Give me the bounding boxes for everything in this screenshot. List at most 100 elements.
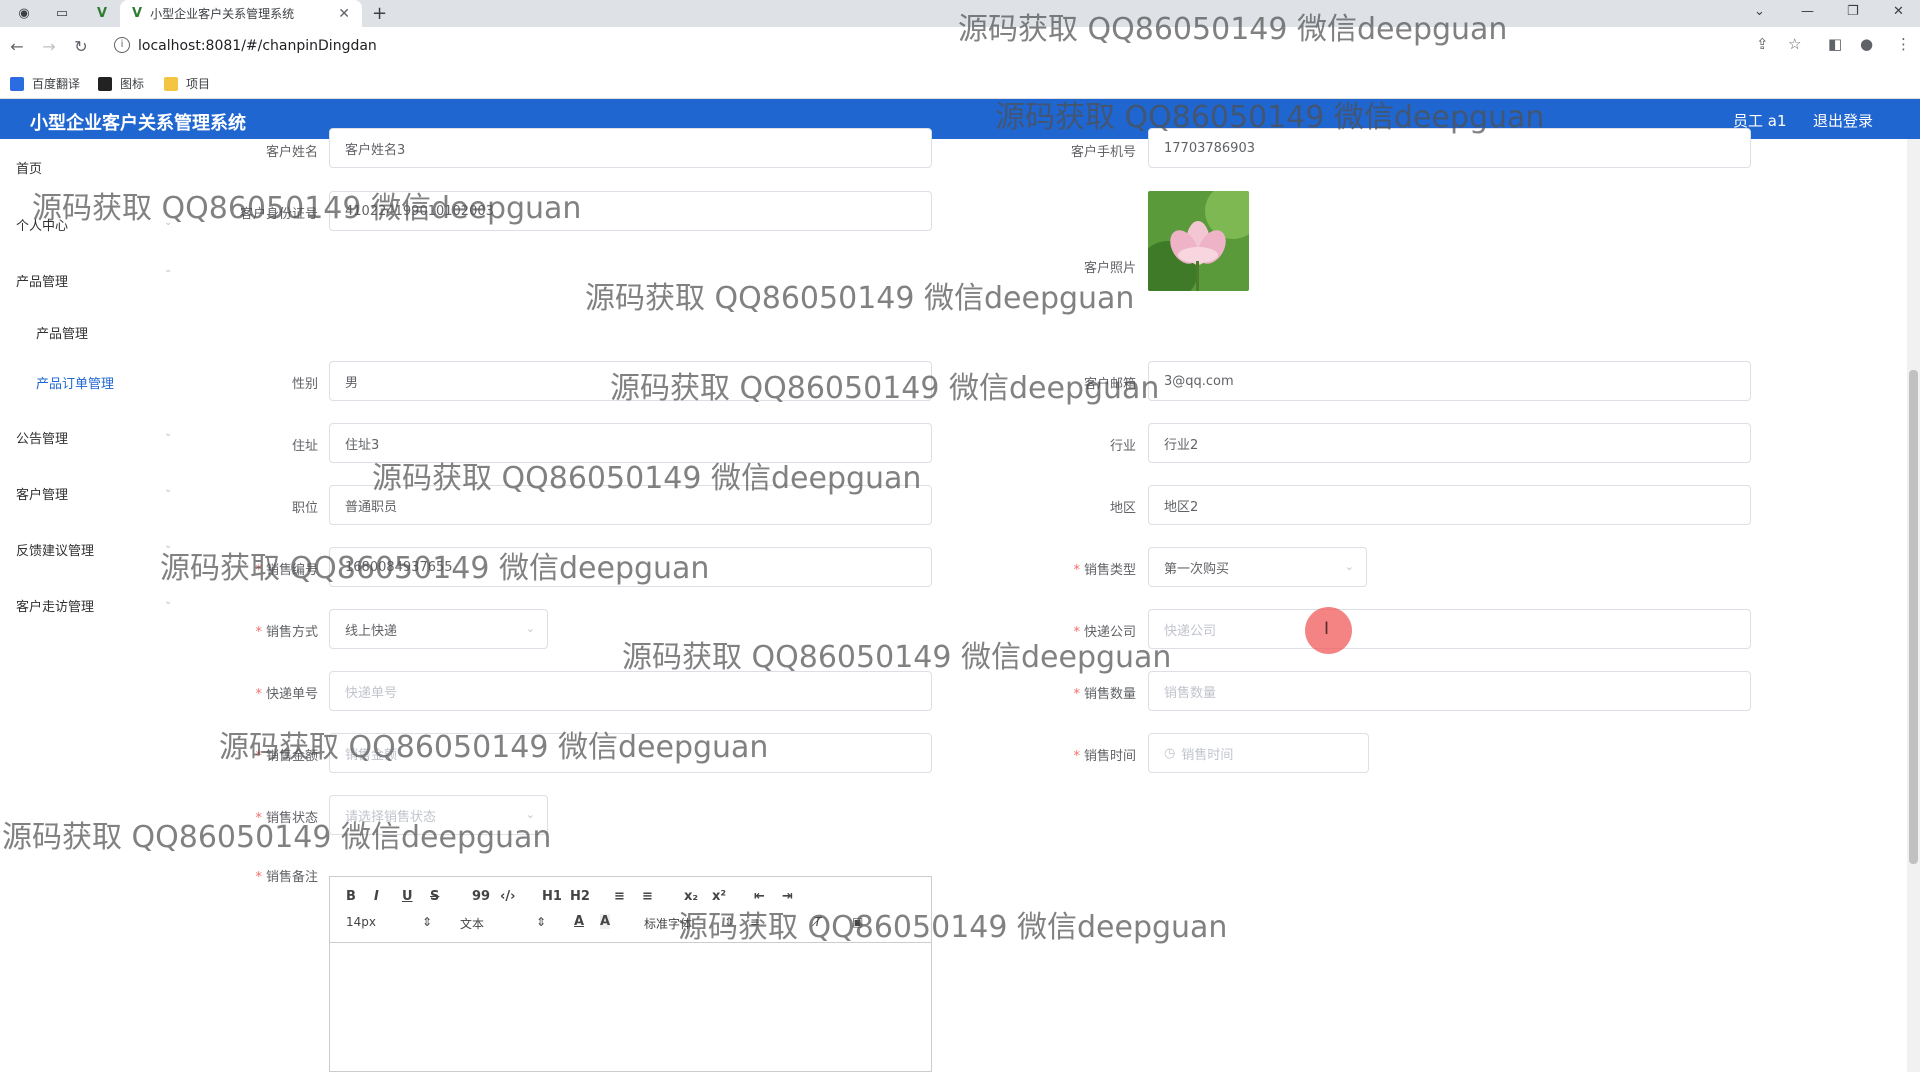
image-insert-icon[interactable]: ▣ — [852, 915, 863, 929]
side-panel-icon[interactable]: ◧ — [1828, 35, 1842, 53]
background-color-button[interactable]: A — [600, 914, 611, 929]
editor-content[interactable] — [330, 943, 931, 1071]
page-scrollbar-thumb[interactable] — [1909, 370, 1918, 864]
sidebar-item-profile[interactable]: 个人中心 — [16, 215, 68, 234]
h1-button[interactable]: H1 — [542, 889, 562, 904]
text-cursor-icon: I — [1324, 619, 1330, 639]
customer-phone-input[interactable]: 17703786903 — [1148, 128, 1751, 168]
font-color-button[interactable]: A — [574, 914, 584, 929]
bookmark-icons[interactable]: 图标 — [98, 75, 144, 92]
industry-label: 行业 — [1109, 439, 1136, 454]
chevron-down-icon: ⌄ — [164, 217, 173, 228]
tracking-no-input[interactable]: 快递单号 — [329, 671, 932, 711]
restore-icon[interactable]: ❐ — [1847, 0, 1859, 22]
h2-button[interactable]: H2 — [570, 889, 590, 904]
bookmark-project[interactable]: 项目 — [164, 75, 210, 92]
rich-text-editor[interactable]: B I U S 99 ‹/› H1 H2 ≡ ≡ x₂ x² ⇤ ⇥ 14px … — [329, 876, 932, 1072]
site-info-icon[interactable]: i — [114, 37, 130, 53]
share-icon[interactable]: ⇪ — [1756, 35, 1769, 53]
chevron-updown-icon: ⇕ — [536, 915, 547, 929]
code-block-button[interactable]: ‹/› — [500, 889, 515, 904]
italic-button[interactable]: I — [374, 889, 379, 904]
sale-no-input[interactable]: 1680084937655 — [329, 547, 932, 587]
blank-tab-icon[interactable]: ▭ — [44, 0, 80, 27]
sale-qty-label: * 销售数量 — [1036, 683, 1136, 702]
required-mark: * — [255, 625, 262, 640]
bold-button[interactable]: B — [346, 889, 356, 904]
position-input[interactable]: 普通职员 — [329, 485, 932, 525]
superscript-button[interactable]: x² — [712, 889, 726, 904]
chevron-down-icon: ⌄ — [525, 808, 535, 821]
customer-id-input[interactable]: 410224199010102003 — [329, 191, 932, 231]
sale-no-label: * 销售编号 — [218, 559, 318, 578]
customer-photo-label: 客户照片 — [1083, 261, 1136, 276]
outdent-button[interactable]: ⇤ — [754, 889, 765, 904]
sale-note-label: * 销售备注 — [218, 866, 318, 885]
font-family-select[interactable]: 标准字体 — [644, 915, 692, 932]
position-label: 职位 — [291, 501, 318, 516]
bookmark-baidu-translate[interactable]: 百度翻译 — [10, 75, 80, 92]
sale-time-picker[interactable]: ◷ 销售时间 — [1148, 733, 1369, 773]
chevron-down-icon: ⌄ — [1344, 560, 1354, 573]
ordered-list-button[interactable]: ≡ — [614, 889, 625, 904]
subscript-button[interactable]: x₂ — [684, 889, 698, 904]
active-browser-tab[interactable]: V 小型企业客户关系管理系统 ✕ — [120, 0, 362, 27]
reload-icon[interactable]: ↻ — [70, 35, 92, 57]
sidebar-item-products[interactable]: 产品管理 — [16, 271, 68, 290]
logout-button[interactable]: 退出登录 — [1813, 110, 1873, 131]
region-input[interactable]: 地区2 — [1148, 485, 1751, 525]
sidebar-item-visits[interactable]: 客户走访管理 — [16, 596, 94, 615]
sale-qty-input[interactable]: 销售数量 — [1148, 671, 1751, 711]
sidebar-subitem-products[interactable]: 产品管理 — [36, 323, 88, 342]
email-input[interactable]: 3@qq.com — [1148, 361, 1751, 401]
vue-tab-icon[interactable]: V — [84, 0, 120, 27]
strike-button[interactable]: S — [430, 889, 439, 904]
bookmark-label: 项目 — [186, 77, 211, 91]
customer-name-label: 客户姓名 — [265, 145, 318, 160]
required-mark: * — [255, 870, 262, 885]
bullet-list-button[interactable]: ≡ — [642, 889, 653, 904]
back-icon[interactable]: ← — [6, 35, 28, 57]
forward-icon[interactable]: → — [38, 35, 60, 57]
customer-name-input[interactable]: 客户姓名3 — [329, 128, 932, 168]
required-mark: * — [255, 563, 262, 578]
sidebar-item-customers[interactable]: 客户管理 — [16, 484, 68, 503]
customer-photo[interactable] — [1148, 191, 1249, 291]
customer-phone-label: 客户手机号 — [1070, 145, 1136, 160]
sale-method-label: * 销售方式 — [218, 621, 318, 640]
sale-type-select[interactable]: 第一次购买 ⌄ — [1148, 547, 1367, 587]
indent-button[interactable]: ⇥ — [782, 889, 793, 904]
sidebar-subitem-product-orders[interactable]: 产品订单管理 — [36, 373, 114, 392]
close-tab-icon[interactable]: ✕ — [338, 6, 350, 22]
address-bar[interactable]: localhost:8081/#/chanpinDingdan — [138, 38, 377, 54]
clear-format-icon[interactable]: T̸ — [814, 915, 821, 929]
chevron-updown-icon: ⇕ — [422, 915, 433, 929]
bookmark-star-icon[interactable]: ☆ — [1788, 35, 1801, 53]
font-size-select[interactable]: 14px — [346, 915, 376, 929]
sidebar-item-feedback[interactable]: 反馈建议管理 — [16, 540, 94, 559]
github-tab-icon[interactable]: ◉ — [6, 0, 42, 27]
address-input[interactable]: 住址3 — [329, 423, 932, 463]
sidebar-item-home[interactable]: 首页 — [16, 158, 42, 177]
minimize-icon[interactable]: — — [1801, 0, 1814, 22]
chevron-down-icon: ⌄ — [525, 622, 535, 635]
menu-icon[interactable]: ⋮ — [1896, 35, 1911, 53]
chevron-updown-icon: ⇕ — [724, 915, 735, 929]
courier-input[interactable]: 快递公司 — [1148, 609, 1751, 649]
blockquote-button[interactable]: 99 — [472, 889, 490, 904]
sale-amount-input[interactable]: 销售金额 — [329, 733, 932, 773]
text-style-select[interactable]: 文本 — [460, 915, 484, 932]
sale-status-select[interactable]: 请选择销售状态 ⌄ — [329, 795, 548, 835]
window-close-icon[interactable]: ✕ — [1893, 0, 1904, 22]
gender-label: 性别 — [291, 377, 318, 392]
profile-icon[interactable]: ● — [1860, 35, 1873, 53]
new-tab-icon[interactable]: + — [372, 0, 387, 27]
gender-input[interactable]: 男 — [329, 361, 932, 401]
clock-icon: ◷ — [1164, 745, 1176, 761]
sale-method-select[interactable]: 线上快递 ⌄ — [329, 609, 548, 649]
align-icon[interactable]: ≡ — [750, 915, 760, 929]
tab-search-icon[interactable]: ⌄ — [1754, 0, 1765, 22]
sidebar-item-notices[interactable]: 公告管理 — [16, 428, 68, 447]
underline-button[interactable]: U — [402, 889, 413, 904]
industry-input[interactable]: 行业2 — [1148, 423, 1751, 463]
